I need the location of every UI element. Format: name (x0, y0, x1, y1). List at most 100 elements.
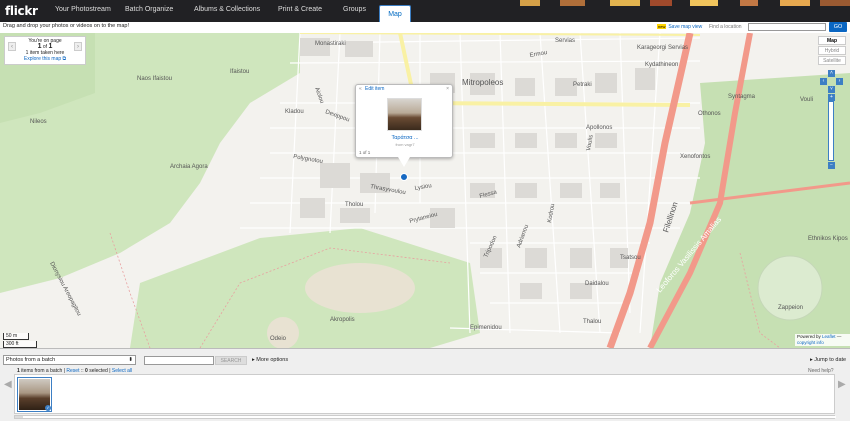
strip-prev-icon[interactable]: ◀ (4, 379, 12, 390)
nav-batch-organize[interactable]: Batch Organize (125, 6, 173, 13)
save-map-view-label: Save map view (668, 24, 703, 30)
map-type-hybrid[interactable]: Hybrid (818, 46, 846, 55)
scrollbar-thumb[interactable] (23, 416, 836, 418)
map-label: Vouli (800, 97, 813, 103)
map-label: Aiolou (313, 87, 324, 105)
triangle-right-icon: ▸ (252, 357, 255, 363)
go-button[interactable]: GO (829, 22, 847, 32)
scale-metric: 50 m (3, 333, 29, 340)
zoom-slider[interactable] (828, 101, 834, 161)
flickr-logo[interactable]: flickr (5, 4, 38, 18)
map-label: Kladou (285, 109, 304, 115)
map-label: Tsatsou (620, 255, 641, 261)
map-type-map[interactable]: Map (818, 36, 846, 45)
scale-imperial: 300 ft (3, 341, 37, 348)
search-input[interactable] (144, 356, 214, 365)
prev-page-button[interactable]: ‹ (8, 42, 16, 51)
save-map-view-link[interactable]: new Save map view (657, 24, 702, 30)
map-label: Polygnotou (293, 154, 324, 165)
map-attribution: Powered by Leaflet — copyright info (795, 334, 850, 346)
new-badge: new (657, 24, 667, 29)
map-label: Odeio (270, 336, 287, 342)
find-location-input[interactable] (748, 23, 826, 31)
leaflet-link[interactable]: Leaflet (822, 334, 836, 339)
map-label: Ifaistou (230, 69, 249, 75)
current-page: 1 (37, 43, 42, 50)
strip-scrollbar[interactable] (14, 415, 836, 419)
edit-item-link[interactable]: Edit item (365, 86, 384, 92)
explore-map-link[interactable]: Explore this map ⧉ (5, 56, 85, 62)
photo-owner[interactable]: from vagr7 (356, 142, 454, 147)
search-button[interactable]: SEARCH (215, 356, 247, 365)
jump-to-date-label: Jump to date (814, 357, 847, 363)
collapse-icon[interactable]: « (359, 86, 362, 92)
drag-drop-hint: Drag and drop your photos or videos on t… (3, 23, 129, 29)
road-ermou (299, 33, 701, 36)
map-label: Dexippou (324, 109, 350, 123)
explore-map-label: Explore this map (23, 56, 62, 62)
map-label: Apollonos (586, 125, 612, 131)
photo-title-link[interactable]: Ταράτσα ... (356, 135, 454, 141)
batch-select-value: Photos from a batch (6, 357, 56, 363)
national-garden-area (650, 73, 850, 348)
odeion-area (267, 317, 299, 348)
map-type-switcher: Map Hybrid Satellite (818, 36, 846, 66)
pan-left-icon[interactable]: ‹ (820, 78, 827, 85)
close-icon[interactable]: × (446, 86, 449, 92)
map-label: Thalou (583, 319, 601, 325)
map-label: Daidalou (585, 281, 609, 287)
nav-albums-collections[interactable]: Albums & Collections (194, 6, 260, 13)
map-label: Archaia Agora (170, 164, 208, 170)
nav-photostream[interactable]: Your Photostream (55, 6, 111, 13)
zoom-out-button[interactable]: − (828, 162, 835, 169)
photo-popup: « Edit item × Ταράτσα ... from vagr7 1 o… (355, 84, 453, 158)
photo-thumbnail[interactable] (387, 98, 422, 131)
popup-pointer (398, 157, 410, 167)
find-location-label: Find a location (709, 24, 742, 30)
map-type-satellite[interactable]: Satellite (818, 56, 846, 65)
map-tiles[interactable]: Monastiraki Servias Karageorgi Servias M… (0, 33, 850, 348)
triangle-right-icon: ▸ (810, 357, 813, 363)
map-label: Filellinon (661, 201, 679, 234)
map-label: Lysiou (414, 183, 432, 192)
pan-right-icon[interactable]: › (836, 78, 843, 85)
header-accent-strip (520, 0, 850, 6)
total-pages: 1 (48, 43, 53, 50)
next-page-button[interactable]: › (74, 42, 82, 51)
popup-count: 1 of 1 (359, 150, 371, 155)
map-label: Syntagma (728, 94, 756, 100)
strip-next-icon[interactable]: ▶ (838, 379, 846, 390)
pan-up-icon[interactable]: ˄ (828, 70, 835, 77)
photo-strip (14, 374, 835, 414)
nav-groups[interactable]: Groups (343, 6, 366, 13)
more-options-toggle[interactable]: ▸ More options (252, 357, 288, 363)
map-label: Akropolis (330, 317, 355, 323)
nav-print-create[interactable]: Print & Create (278, 6, 322, 13)
external-link-icon: ⧉ (62, 56, 67, 62)
map-scale: 50 m 300 ft (3, 333, 37, 349)
photo-organizer-panel: Photos from a batch ⬍ SEARCH ▸ More optio… (0, 348, 850, 421)
map-label: Ermou (529, 50, 547, 59)
photo-location-marker[interactable] (400, 173, 408, 181)
map-label: Servias (555, 38, 575, 44)
acropolis-rock (305, 263, 415, 313)
attribution-dash: — (836, 334, 842, 339)
map-label: Othonos (698, 111, 721, 117)
map-label: Kodrou (547, 203, 556, 223)
copyright-info-link[interactable]: copyright info (797, 340, 824, 345)
dropdown-arrow-icon: ⬍ (128, 357, 133, 363)
map-label: Mitropoleos (462, 78, 503, 87)
batch-select-dropdown[interactable]: Photos from a batch ⬍ (3, 355, 136, 365)
selected-check-icon: ✓ (45, 405, 51, 411)
map-label: Petraki (573, 82, 592, 88)
pan-down-icon[interactable]: ˅ (828, 86, 835, 93)
nav-map-tab[interactable]: Map (379, 5, 411, 22)
zoom-in-button[interactable]: + (828, 94, 835, 101)
map-label: Tholou (345, 202, 363, 208)
map-canvas[interactable]: Monastiraki Servias Karageorgi Servias M… (0, 33, 850, 348)
top-navigation-bar: flickr Your Photostream Batch Organize A… (0, 0, 850, 22)
map-label: Epimenidou (470, 325, 502, 331)
map-label: Monastiraki (315, 41, 346, 47)
jump-to-date-toggle[interactable]: ▸ Jump to date (810, 357, 846, 363)
map-toolbar: Drag and drop your photos or videos on t… (0, 22, 850, 33)
